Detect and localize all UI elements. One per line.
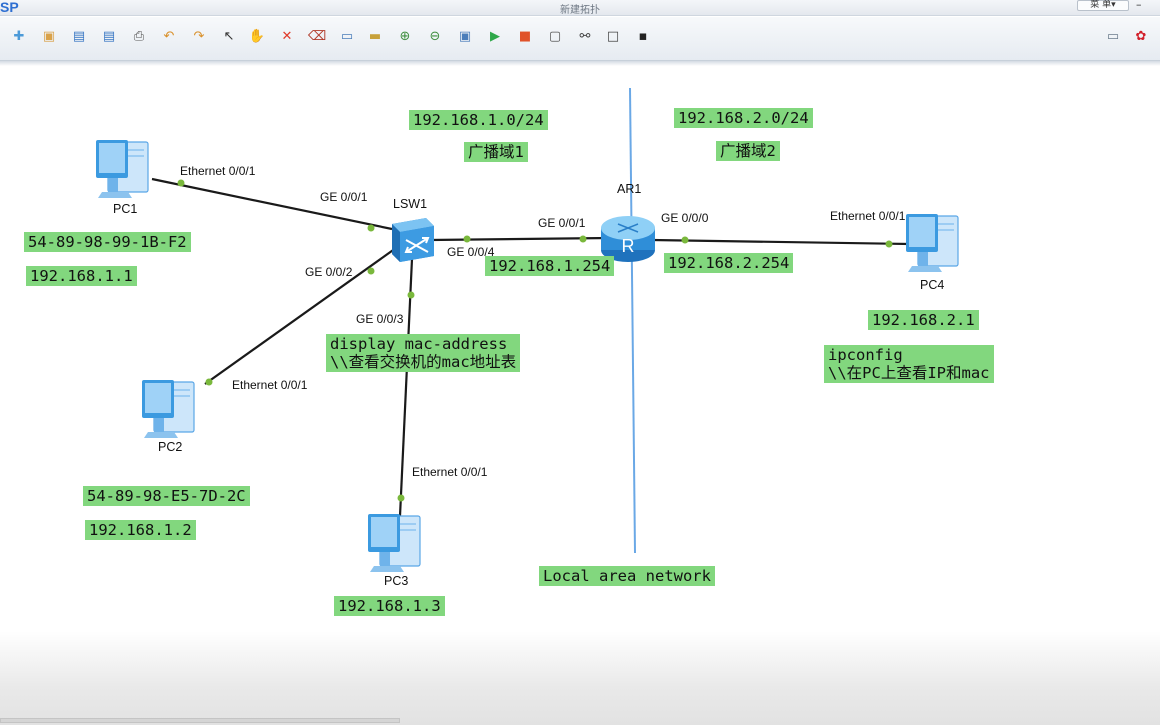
- pc4-label: PC4: [920, 278, 945, 292]
- port-dot-sw-ge3: [407, 291, 415, 299]
- note-switch-command[interactable]: display mac-address \\查看交换机的mac地址表: [326, 334, 521, 372]
- undo-icon[interactable]: ↶: [160, 27, 178, 45]
- note-ar-ge1-ip[interactable]: 192.168.1.254: [485, 256, 615, 276]
- svg-text:R: R: [622, 236, 635, 256]
- port-dot-pc4: [885, 240, 893, 248]
- delete-link-icon[interactable]: ⌫: [308, 27, 326, 45]
- pc1-label: PC1: [113, 202, 138, 216]
- delete-icon[interactable]: ✕: [278, 27, 296, 45]
- note-pc1-ip[interactable]: 192.168.1.1: [26, 266, 137, 286]
- zoom-in-icon[interactable]: ⊕: [396, 27, 414, 45]
- zoom-out-icon[interactable]: ⊖: [426, 27, 444, 45]
- port-dot-ar-ge1: [579, 235, 587, 243]
- port-label-pc1-eth: Ethernet 0/0/1: [180, 164, 256, 178]
- port-dot-pc1: [177, 179, 185, 187]
- port-dot-sw-ge1: [367, 224, 375, 232]
- title-bar: SP 新建拓扑 菜 单▾ –: [0, 0, 1160, 16]
- note-pc-command-line1: ipconfig: [828, 346, 903, 364]
- port-dot-pc2: [205, 378, 213, 386]
- router-label: AR1: [617, 182, 642, 196]
- fit-view-icon[interactable]: ▣: [456, 27, 474, 45]
- toolbar: ✚ ▣ ▤ ▤ ⎙ ↶ ↷ ↖ ✋ ✕ ⌫ ▭ ▬ ⊕ ⊖ ▣ ▶ ■ ▢ ⚯ □ ▪ ▭ ✿: [0, 17, 1160, 61]
- note-pc-command-line2: \\在PC上查看IP和mac: [828, 364, 990, 382]
- open-icon[interactable]: ▣: [40, 27, 58, 45]
- switch-icon[interactable]: [386, 214, 438, 266]
- pointer-icon[interactable]: ↖: [220, 27, 238, 45]
- port-label-pc4-eth: Ethernet 0/0/1: [830, 209, 906, 223]
- note-pc1-mac[interactable]: 54-89-98-99-1B-F2: [24, 232, 191, 252]
- switch-label: LSW1: [393, 197, 428, 211]
- pc4-computer-icon[interactable]: [902, 210, 966, 274]
- port-label-ar-ge0: GE 0/0/0: [661, 211, 709, 225]
- window-title: 新建拓扑: [560, 5, 600, 16]
- new-topology-icon[interactable]: ✚: [10, 27, 28, 45]
- note-switch-command-line2: \\查看交换机的mac地址表: [330, 353, 517, 371]
- port-label-sw-ge2: GE 0/0/2: [305, 265, 353, 279]
- note-broadcast-domain-2[interactable]: 广播域2: [716, 141, 780, 161]
- text-note-icon[interactable]: ▭: [338, 27, 356, 45]
- chat-icon[interactable]: ▭: [1104, 27, 1122, 45]
- terminal-icon[interactable]: ▪: [634, 27, 652, 45]
- canvas-bottom-fade: [0, 631, 1160, 725]
- link-pc1-lsw1[interactable]: [151, 177, 393, 231]
- huawei-logo-icon[interactable]: ✿: [1132, 27, 1150, 45]
- topology-canvas[interactable]: R PC1 PC2 PC3 PC4 LSW1 AR1 Ethernet 0/0/…: [0, 66, 1160, 725]
- note-switch-command-line1: display mac-address: [330, 335, 508, 353]
- rectangle-icon[interactable]: ▬: [366, 27, 384, 45]
- note-broadcast-domain-1[interactable]: 广播域1: [464, 142, 528, 162]
- minimize-button[interactable]: –: [1136, 0, 1142, 11]
- ensp-window: SP 新建拓扑 菜 单▾ – ✚ ▣ ▤ ▤ ⎙ ↶ ↷ ↖ ✋ ✕ ⌫ ▭ ▬ ⊕ ⊖ ▣ ▶ ■ ▢ ⚯ □ ▪ ▭ ✿: [0, 0, 1160, 725]
- start-all-icon[interactable]: ▶: [486, 27, 504, 45]
- port-label-sw-ge3: GE 0/0/3: [356, 312, 404, 326]
- note-pc3-ip[interactable]: 192.168.1.3: [334, 596, 445, 616]
- port-label-sw-ge1: GE 0/0/1: [320, 190, 368, 204]
- save-icon[interactable]: ▤: [70, 27, 88, 45]
- port-dot-pc3: [397, 494, 405, 502]
- port-label-ar-ge1: GE 0/0/1: [538, 216, 586, 230]
- port-dot-sw-ge2: [367, 267, 375, 275]
- link-ar1-pc4[interactable]: [651, 238, 911, 246]
- horizontal-scrollbar[interactable]: [0, 718, 400, 723]
- port-label-pc3-eth: Ethernet 0/0/1: [412, 465, 488, 479]
- note-pc-command[interactable]: ipconfig \\在PC上查看IP和mac: [824, 345, 994, 383]
- hand-icon[interactable]: ✋: [248, 27, 266, 45]
- capture-icon[interactable]: ▢: [546, 27, 564, 45]
- pc3-label: PC3: [384, 574, 409, 588]
- port-dot-ar-ge0: [681, 236, 689, 244]
- pc2-label: PC2: [158, 440, 183, 454]
- save-as-icon[interactable]: ▤: [100, 27, 118, 45]
- note-pc2-ip[interactable]: 192.168.1.2: [85, 520, 196, 540]
- note-local-area-network[interactable]: Local area network: [539, 566, 715, 586]
- note-pc4-ip[interactable]: 192.168.2.1: [868, 310, 979, 330]
- port-dot-sw-ge4: [463, 235, 471, 243]
- note-ar-ge0-ip[interactable]: 192.168.2.254: [664, 253, 794, 273]
- note-network-1[interactable]: 192.168.1.0/24: [409, 110, 548, 130]
- port-label-pc2-eth: Ethernet 0/0/1: [232, 378, 308, 392]
- stop-all-icon[interactable]: ■: [516, 27, 534, 45]
- topology-icon[interactable]: ⚯: [576, 27, 594, 45]
- pc3-computer-icon[interactable]: [364, 510, 428, 574]
- note-network-2[interactable]: 192.168.2.0/24: [674, 108, 813, 128]
- redo-icon[interactable]: ↷: [190, 27, 208, 45]
- menu-button[interactable]: 菜 单▾: [1077, 0, 1129, 11]
- print-icon[interactable]: ⎙: [130, 27, 148, 45]
- pc1-computer-icon[interactable]: [92, 136, 156, 200]
- pc2-computer-icon[interactable]: [138, 376, 202, 440]
- domain-divider-line: [629, 87, 636, 554]
- note-pc2-mac[interactable]: 54-89-98-E5-7D-2C: [83, 486, 250, 506]
- window-icon[interactable]: □: [604, 27, 622, 45]
- port-dots: [177, 179, 893, 502]
